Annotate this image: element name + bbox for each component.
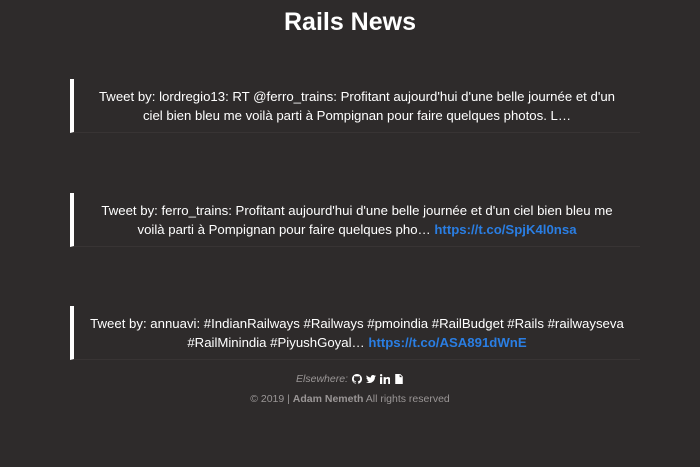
footer: Elsewhere: © 2019 | Adam Nemeth All righ… (0, 372, 700, 406)
tweet-text: Tweet by: ferro_trains: Profitant aujour… (90, 201, 624, 239)
tweet-text: Tweet by: lordregio13: RT @ferro_trains:… (90, 87, 624, 125)
tweet-card: Tweet by: ferro_trains: Profitant aujour… (70, 193, 640, 247)
tweet-body: Tweet by: annuavi: #IndianRailways #Rail… (90, 315, 624, 350)
document-icon[interactable] (394, 374, 404, 384)
twitter-icon[interactable] (365, 374, 376, 384)
tweet-text: Tweet by: annuavi: #IndianRailways #Rail… (90, 314, 624, 352)
copyright-prefix: © 2019 | (250, 393, 293, 405)
tweet-body: Tweet by: lordregio13: RT @ferro_trains:… (98, 88, 616, 123)
elsewhere-label: Elsewhere: (296, 373, 348, 385)
copyright: © 2019 | Adam Nemeth All rights reserved (0, 392, 700, 406)
linkedin-icon[interactable] (379, 374, 390, 384)
tweet-link[interactable]: https://t.co/ASA891dWnE (368, 335, 526, 350)
page: Rails News Tweet by: lordregio13: RT @fe… (0, 0, 700, 467)
tweet-card: Tweet by: annuavi: #IndianRailways #Rail… (70, 306, 640, 360)
author-name: Adam Nemeth (292, 393, 364, 405)
tweet-card: Tweet by: lordregio13: RT @ferro_trains:… (70, 79, 640, 133)
tweet-link[interactable]: https://t.co/SpjK4l0nsa (434, 222, 576, 237)
copyright-suffix: All rights reserved (363, 393, 450, 405)
page-title: Rails News (283, 8, 416, 36)
elsewhere-row: Elsewhere: (0, 372, 700, 386)
github-icon[interactable] (351, 374, 362, 384)
